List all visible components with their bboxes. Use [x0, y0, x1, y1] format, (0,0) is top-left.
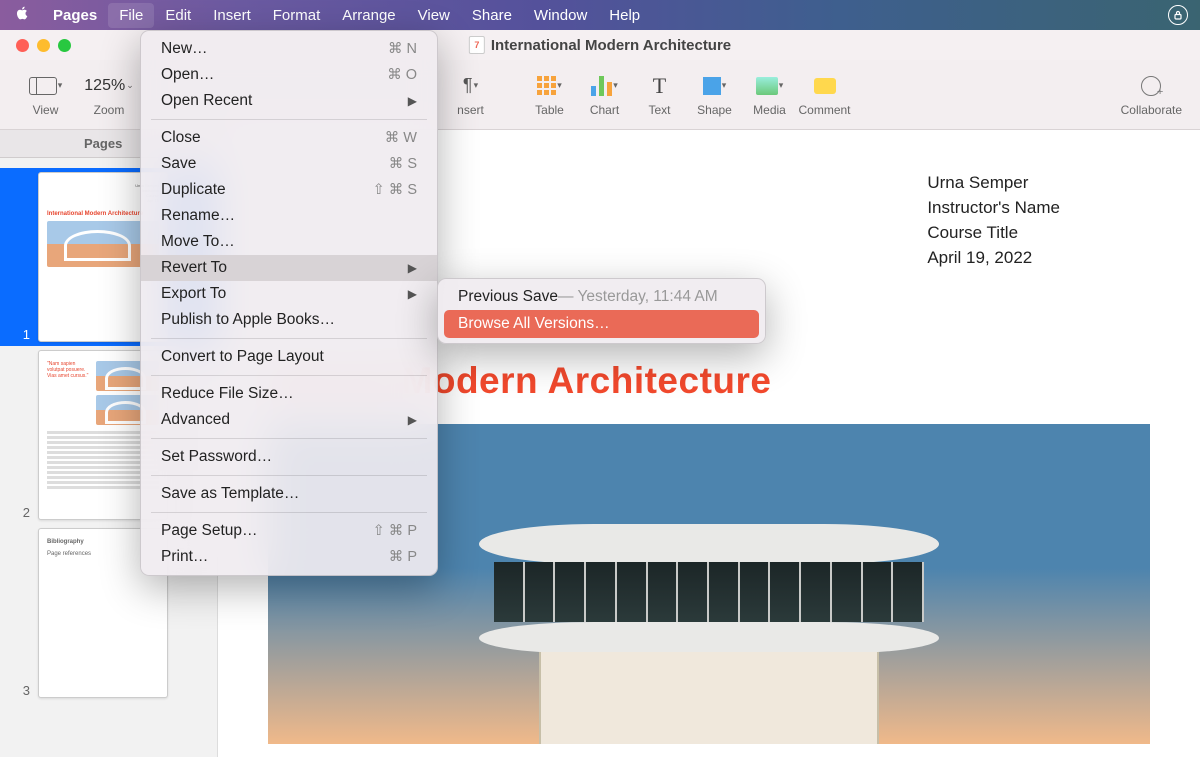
menu-item-duplicate[interactable]: Duplicate⇧ ⌘ S — [141, 177, 437, 203]
menu-item-convert[interactable]: Convert to Page Layout — [141, 344, 437, 370]
collaborate-icon — [1141, 76, 1161, 96]
document-icon: 7 — [469, 36, 485, 54]
menu-item-previous-save[interactable]: Previous Save — Yesterday, 11:44 AM — [438, 284, 765, 310]
menu-item-set-password[interactable]: Set Password… — [141, 444, 437, 470]
table-icon — [537, 76, 556, 95]
menu-item-reduce[interactable]: Reduce File Size… — [141, 381, 437, 407]
document-title: International Modern Architecture — [491, 37, 731, 54]
menu-item-browse-all-versions[interactable]: Browse All Versions… — [444, 310, 759, 338]
traffic-lights — [0, 39, 71, 52]
text-button[interactable]: T Text — [632, 73, 687, 117]
menu-item-open[interactable]: Open…⌘ O — [141, 62, 437, 88]
chart-icon — [591, 76, 612, 96]
chevron-right-icon: ▶ — [408, 287, 417, 301]
chart-button[interactable]: ▾ Chart — [577, 73, 632, 117]
menu-share[interactable]: Share — [461, 3, 523, 28]
app-menu-pages[interactable]: Pages — [42, 3, 108, 28]
system-menubar: Pages File Edit Insert Format Arrange Vi… — [0, 0, 1200, 30]
menu-item-close[interactable]: Close⌘ W — [141, 125, 437, 151]
menu-item-move-to[interactable]: Move To… — [141, 229, 437, 255]
menu-insert[interactable]: Insert — [202, 3, 262, 28]
chevron-right-icon: ▶ — [408, 94, 417, 108]
collaborate-button[interactable]: Collaborate — [1121, 73, 1182, 117]
zoom-value: 125% — [84, 77, 125, 95]
menu-view[interactable]: View — [407, 3, 461, 28]
menu-item-save[interactable]: Save⌘ S — [141, 151, 437, 177]
zoom-button[interactable]: 125%⌄ Zoom — [73, 73, 145, 117]
document-meta: Urna Semper Instructor's Name Course Tit… — [927, 170, 1060, 270]
shape-button[interactable]: ▾ Shape — [687, 73, 742, 117]
privacy-indicator-icon[interactable] — [1168, 5, 1188, 25]
media-icon — [756, 77, 778, 95]
close-window-button[interactable] — [16, 39, 29, 52]
menu-item-rename[interactable]: Rename… — [141, 203, 437, 229]
file-menu-dropdown: New…⌘ N Open…⌘ O Open Recent▶ Close⌘ W S… — [140, 30, 438, 576]
menu-item-open-recent[interactable]: Open Recent▶ — [141, 88, 437, 114]
menu-item-publish[interactable]: Publish to Apple Books… — [141, 307, 437, 333]
menu-item-revert-to[interactable]: Revert To▶ — [141, 255, 437, 281]
chevron-right-icon: ▶ — [408, 261, 417, 275]
comment-icon — [814, 78, 836, 94]
sidebar-icon — [29, 77, 57, 95]
chevron-right-icon: ▶ — [408, 413, 417, 427]
menu-format[interactable]: Format — [262, 3, 332, 28]
menu-item-advanced[interactable]: Advanced▶ — [141, 407, 437, 433]
menu-edit[interactable]: Edit — [154, 3, 202, 28]
media-button[interactable]: ▾ Media — [742, 73, 797, 117]
revert-to-submenu: Previous Save — Yesterday, 11:44 AM Brow… — [437, 278, 766, 344]
table-button[interactable]: ▾ Table — [522, 73, 577, 117]
menu-help[interactable]: Help — [598, 3, 651, 28]
apple-menu-icon[interactable] — [12, 5, 32, 25]
text-icon: T — [653, 73, 666, 99]
menu-arrange[interactable]: Arrange — [331, 3, 406, 28]
menu-item-print[interactable]: Print…⌘ P — [141, 544, 437, 570]
menu-item-new[interactable]: New…⌘ N — [141, 36, 437, 62]
menu-file[interactable]: File — [108, 3, 154, 28]
minimize-window-button[interactable] — [37, 39, 50, 52]
view-button[interactable]: ▾ View — [18, 73, 73, 117]
menu-item-export-to[interactable]: Export To▶ — [141, 281, 437, 307]
menu-window[interactable]: Window — [523, 3, 598, 28]
comment-button[interactable]: Comment — [797, 73, 852, 117]
fullscreen-window-button[interactable] — [58, 39, 71, 52]
menu-item-page-setup[interactable]: Page Setup…⇧ ⌘ P — [141, 518, 437, 544]
menu-item-save-template[interactable]: Save as Template… — [141, 481, 437, 507]
shape-icon — [703, 77, 721, 95]
insert-button[interactable]: ¶▾ nsert — [443, 73, 498, 117]
